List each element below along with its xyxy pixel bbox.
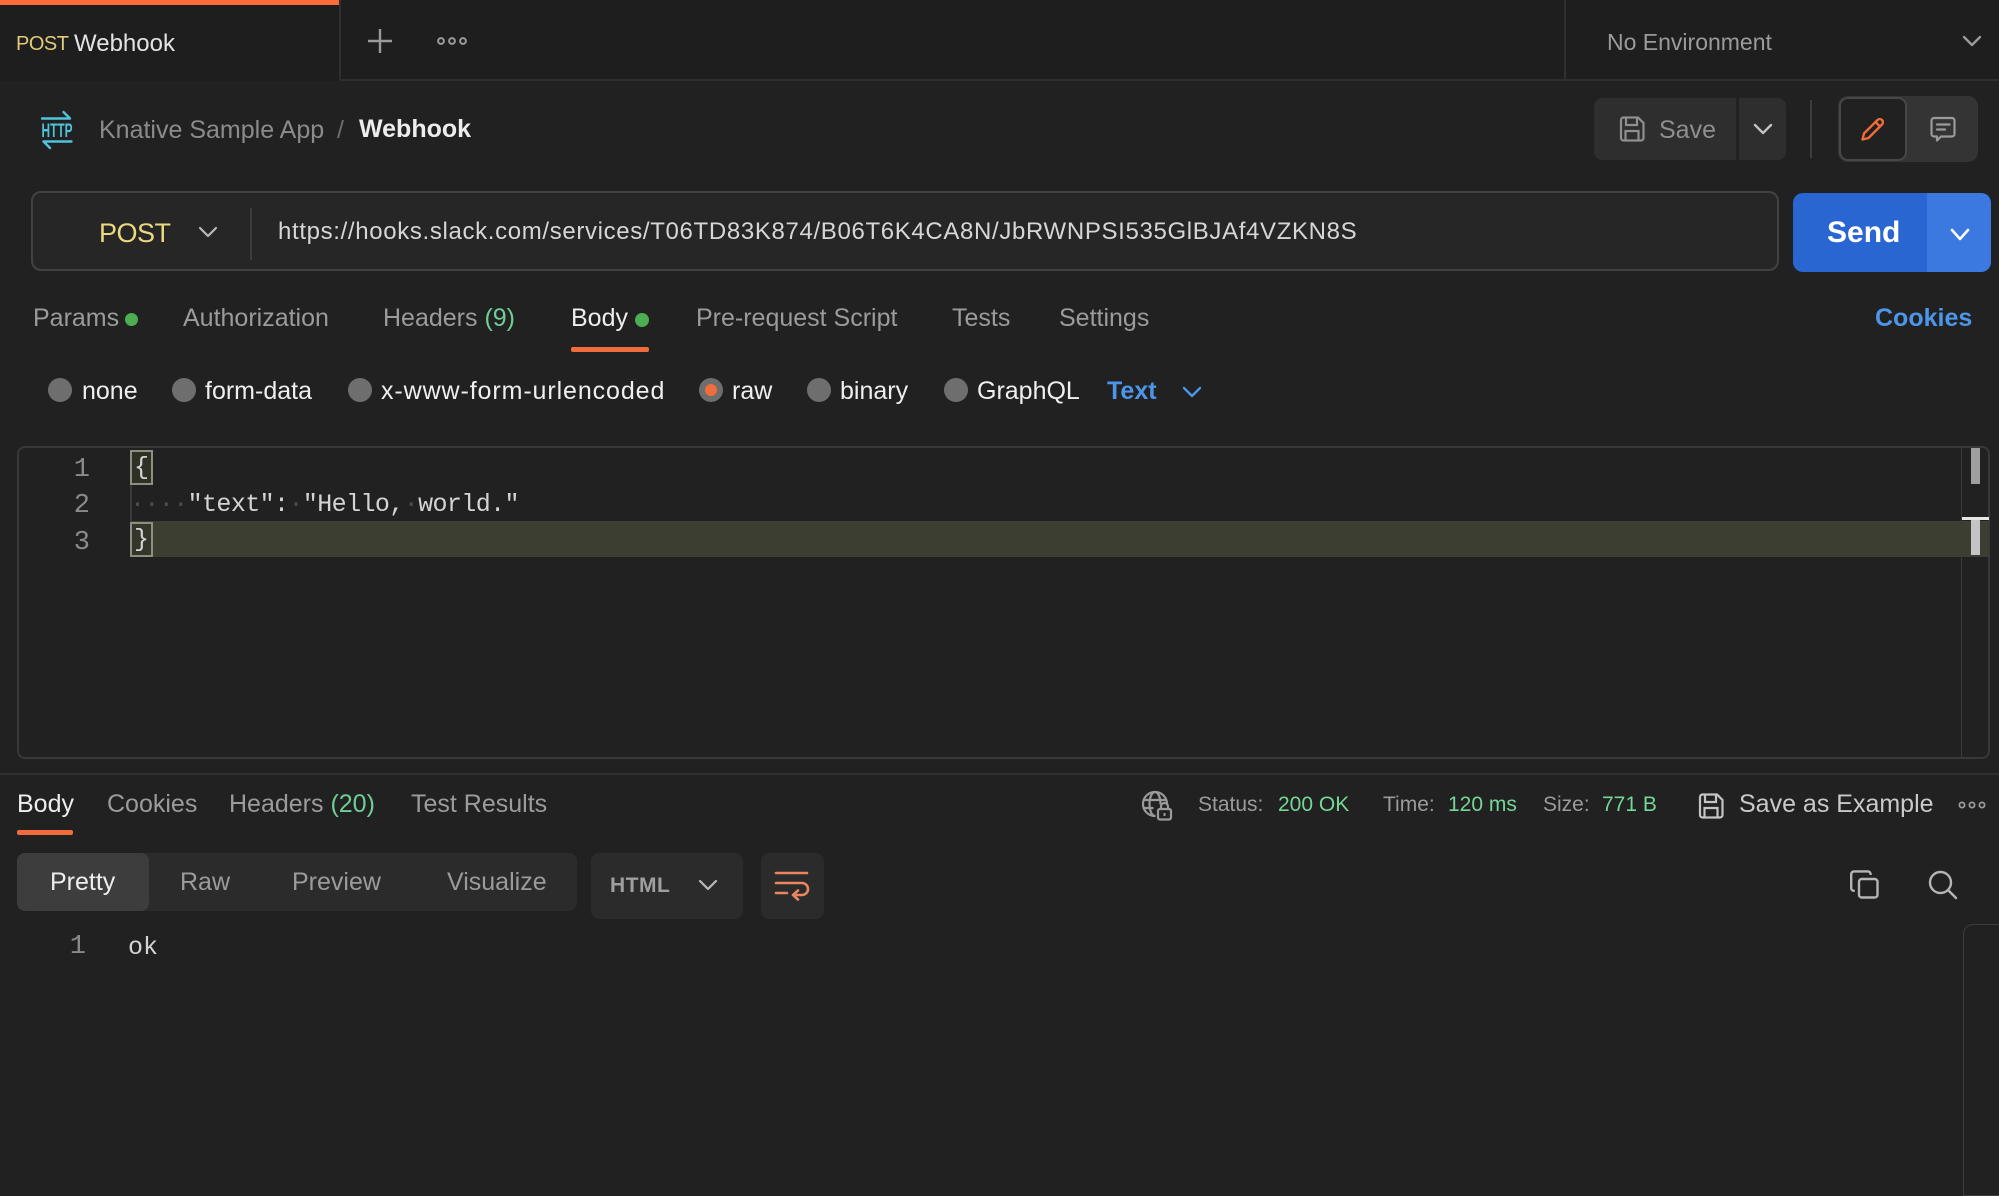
svg-text:HTTP: HTTP (42, 121, 73, 142)
